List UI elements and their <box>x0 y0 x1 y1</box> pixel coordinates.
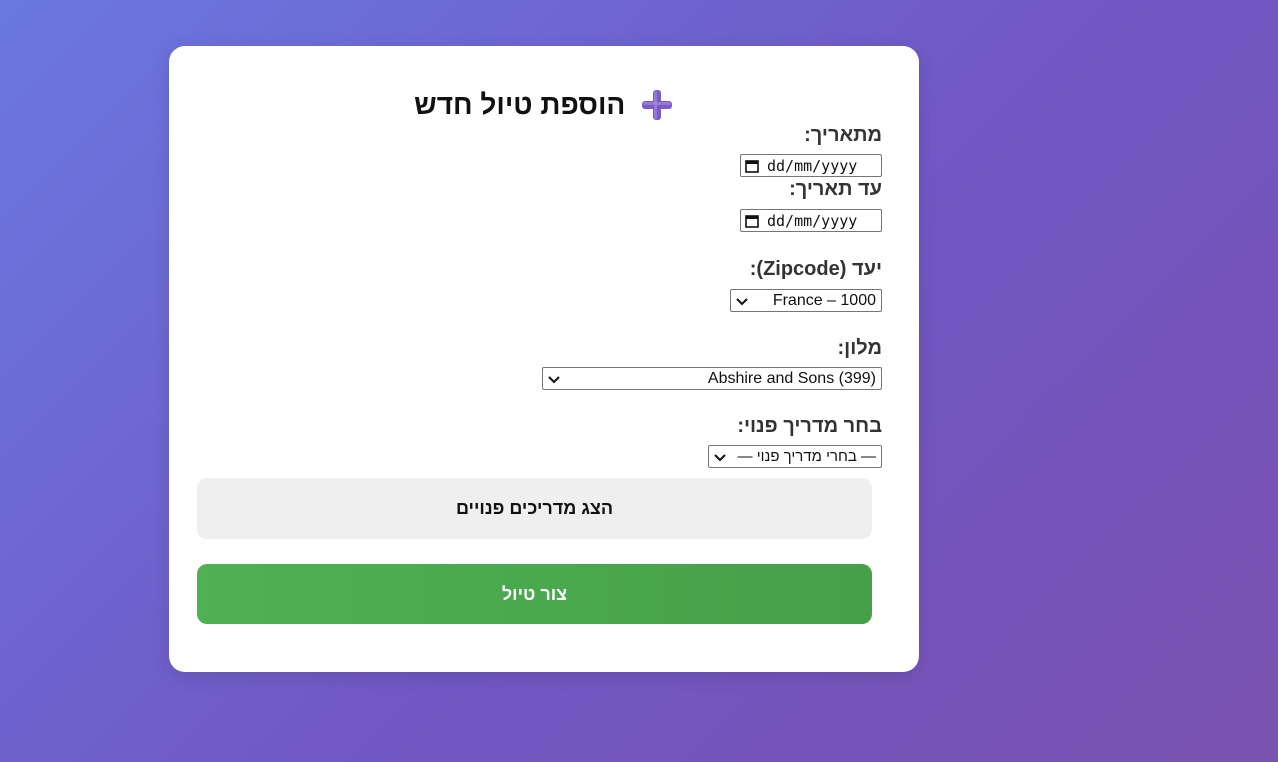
to-date-label: עד תאריך: <box>789 178 882 200</box>
hotel-select[interactable]: Abshire and Sons (399) <box>542 367 882 390</box>
to-date-value: dd/mm/yyyy <box>767 211 858 230</box>
guide-label: בחר מדריך פנוי: <box>737 415 882 437</box>
guide-selected: — בחרי מדריך פנוי — <box>737 448 876 465</box>
chevron-down-icon <box>713 450 727 464</box>
from-date-value: dd/mm/yyyy <box>767 156 858 175</box>
page-title-text: הוספת טיול חדש <box>414 89 626 120</box>
page-title: הוספת טיול חדש <box>169 88 919 122</box>
plus-icon <box>640 88 674 122</box>
chevron-down-icon <box>735 294 749 308</box>
destination-label: יעד (Zipcode): <box>749 258 882 280</box>
from-date-input[interactable]: dd/mm/yyyy <box>740 154 882 177</box>
guide-select[interactable]: — בחרי מדריך פנוי — <box>708 445 882 468</box>
show-guides-button[interactable]: הצג מדריכים פנויים <box>197 478 872 539</box>
to-date-input[interactable]: dd/mm/yyyy <box>740 209 882 232</box>
chevron-down-icon <box>547 372 561 386</box>
calendar-icon[interactable] <box>745 214 759 228</box>
hotel-selected: Abshire and Sons (399) <box>707 369 876 387</box>
create-trip-button[interactable]: צור טיול <box>197 564 872 624</box>
destination-selected: France – 1000 <box>772 291 876 309</box>
calendar-icon[interactable] <box>745 159 759 173</box>
hotel-label: מלון: <box>837 337 883 359</box>
from-date-label: מתאריך: <box>804 124 882 146</box>
destination-select[interactable]: France – 1000 <box>730 289 882 312</box>
